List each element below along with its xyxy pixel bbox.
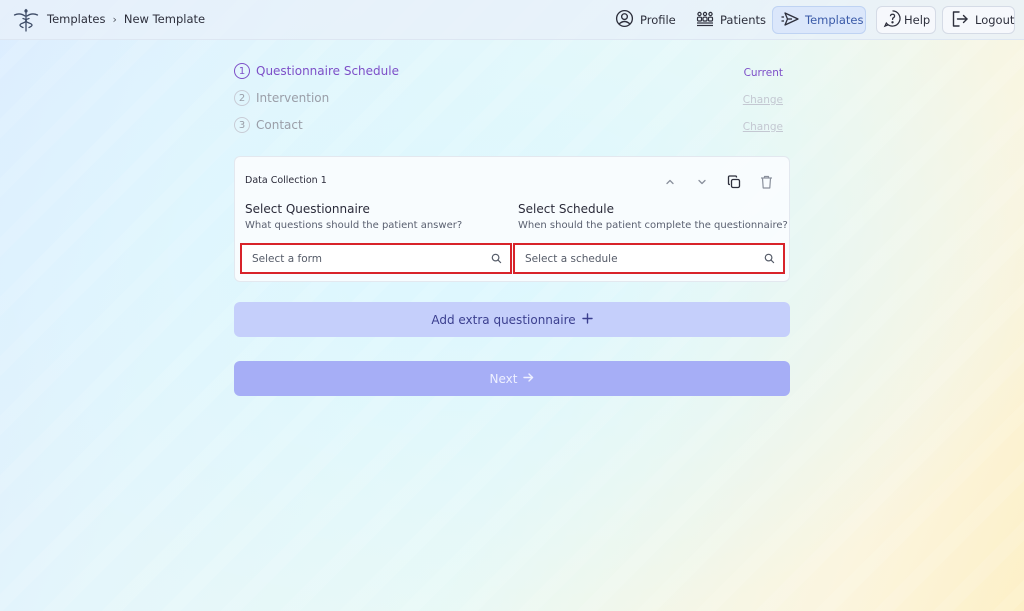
breadcrumb: Templates › New Template bbox=[47, 12, 205, 26]
logout-icon bbox=[951, 10, 969, 31]
breadcrumb-separator: › bbox=[112, 12, 117, 26]
step-contact: 3 Contact bbox=[234, 116, 303, 134]
step-questionnaire-schedule: 1 Questionnaire Schedule bbox=[234, 62, 399, 80]
data-collection-card: Data Collection 1 Select Questionnaire W… bbox=[234, 156, 790, 282]
plus-icon bbox=[581, 312, 593, 327]
search-icon bbox=[764, 249, 775, 268]
add-extra-questionnaire-label: Add extra questionnaire bbox=[431, 312, 576, 327]
questionnaire-heading: Select Questionnaire bbox=[245, 202, 370, 216]
questionnaire-subheading: What questions should the patient answer… bbox=[245, 220, 463, 231]
step-change-link-intervention[interactable]: Change bbox=[743, 94, 783, 106]
trash-icon[interactable] bbox=[757, 173, 775, 191]
help-button-label: Help bbox=[904, 13, 931, 27]
logout-button-label: Logout bbox=[975, 13, 1015, 27]
send-icon bbox=[781, 11, 799, 30]
nav-templates[interactable]: Templates bbox=[772, 6, 866, 34]
question-bubble-icon bbox=[883, 9, 902, 31]
breadcrumb-current: New Template bbox=[123, 12, 206, 26]
help-button[interactable]: Help bbox=[876, 6, 936, 34]
card-title: Data Collection 1 bbox=[245, 175, 327, 186]
nav-templates-label: Templates bbox=[805, 13, 864, 27]
chevron-up-icon[interactable] bbox=[661, 173, 679, 191]
step-label: Questionnaire Schedule bbox=[256, 64, 399, 78]
card-actions bbox=[661, 173, 775, 191]
step-number: 1 bbox=[234, 63, 250, 79]
copy-icon[interactable] bbox=[725, 173, 743, 191]
step-change-link-contact[interactable]: Change bbox=[743, 121, 783, 133]
step-number: 3 bbox=[234, 117, 250, 133]
search-icon bbox=[491, 249, 502, 268]
nav-patients-label: Patients bbox=[720, 13, 767, 27]
schedule-search-input[interactable] bbox=[525, 252, 764, 265]
step-intervention: 2 Intervention bbox=[234, 89, 329, 107]
chevron-down-icon[interactable] bbox=[693, 173, 711, 191]
step-number: 2 bbox=[234, 90, 250, 106]
breadcrumb-templates-link[interactable]: Templates bbox=[47, 12, 105, 26]
schedule-subheading: When should the patient complete the que… bbox=[518, 220, 788, 231]
schedule-heading: Select Schedule bbox=[518, 202, 614, 216]
user-circle-icon bbox=[615, 9, 634, 31]
nav-patients[interactable]: Patients bbox=[688, 6, 768, 34]
people-group-icon bbox=[696, 11, 714, 30]
next-button-label: Next bbox=[489, 371, 518, 386]
top-bar: Templates › New Template Profile Patient… bbox=[0, 0, 1024, 40]
next-button[interactable]: Next bbox=[234, 361, 790, 396]
step-label: Intervention bbox=[256, 91, 330, 105]
questionnaire-search-input[interactable] bbox=[252, 252, 491, 265]
schedule-select[interactable] bbox=[513, 243, 785, 274]
step-status-current: Current bbox=[743, 67, 783, 79]
logout-button[interactable]: Logout bbox=[942, 6, 1015, 34]
nav-profile[interactable]: Profile bbox=[607, 6, 683, 34]
step-label: Contact bbox=[256, 118, 303, 132]
add-extra-questionnaire-button[interactable]: Add extra questionnaire bbox=[234, 302, 790, 337]
caduceus-logo-icon[interactable] bbox=[13, 8, 39, 32]
nav-profile-label: Profile bbox=[640, 13, 676, 27]
questionnaire-select[interactable] bbox=[240, 243, 512, 274]
arrow-right-icon bbox=[523, 372, 534, 386]
